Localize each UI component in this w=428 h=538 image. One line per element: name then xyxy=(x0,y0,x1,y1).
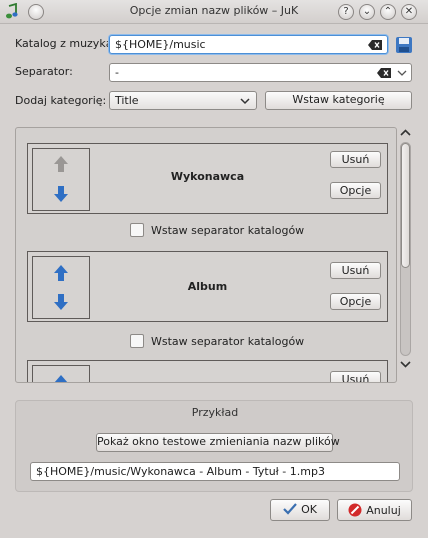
example-path-value: ${HOME}/music/Wykonawca - Album - Tytuł … xyxy=(36,465,325,478)
move-buttons xyxy=(32,365,90,383)
separator-label: Separator: xyxy=(15,65,73,78)
add-category-label: Dodaj kategorię: xyxy=(15,94,107,107)
move-buttons xyxy=(32,256,90,319)
category-selected-value: Title xyxy=(115,94,139,107)
move-up-arrow-icon[interactable] xyxy=(53,264,69,282)
clear-text-icon[interactable] xyxy=(368,40,382,50)
show-test-window-button[interactable]: Pokaż okno testowe zmieniania nazw plikó… xyxy=(96,433,340,452)
maximize-icon[interactable]: ⌃ xyxy=(380,4,396,20)
category-item: Wykonawca Usuń Opcje xyxy=(27,143,388,214)
scroll-up-arrow-icon[interactable] xyxy=(399,127,412,139)
ok-button[interactable]: OK xyxy=(270,499,330,521)
move-down-arrow-icon[interactable] xyxy=(53,185,69,203)
example-path-field: ${HOME}/music/Wykonawca - Album - Tytuł … xyxy=(30,462,400,481)
close-icon[interactable]: ✕ xyxy=(401,4,417,20)
category-list[interactable]: Wykonawca Usuń Opcje Wstaw separator kat… xyxy=(15,127,397,383)
help-icon[interactable]: ? xyxy=(338,4,354,20)
remove-button[interactable]: Usuń xyxy=(330,262,381,279)
cancel-label: Anuluj xyxy=(366,504,401,517)
separator-input[interactable]: - xyxy=(109,63,412,82)
remove-button[interactable]: Usuń xyxy=(330,151,381,168)
move-buttons xyxy=(32,148,90,211)
options-button[interactable]: Opcje xyxy=(330,293,381,310)
options-button[interactable]: Opcje xyxy=(330,182,381,199)
remove-button[interactable]: Usuń xyxy=(330,371,381,382)
scrollbar-track[interactable] xyxy=(400,142,411,356)
example-group: Przykład Pokaż okno testowe zmieniania n… xyxy=(15,400,413,492)
separator-value: - xyxy=(115,66,119,79)
category-name: Wykonawca xyxy=(170,170,245,183)
check-icon xyxy=(283,503,297,515)
clear-text-icon[interactable] xyxy=(377,68,391,78)
category-item: Album Usuń Opcje xyxy=(27,251,388,322)
category-scrollbar[interactable] xyxy=(397,127,414,383)
chevron-down-icon[interactable] xyxy=(397,69,407,77)
music-folder-input[interactable]: ${HOME}/music xyxy=(109,35,388,54)
scrollbar-thumb[interactable] xyxy=(401,143,410,268)
scroll-down-arrow-icon[interactable] xyxy=(399,358,412,370)
move-up-arrow-icon[interactable] xyxy=(53,155,69,173)
category-item: Usuń xyxy=(27,360,388,383)
insert-separator-label: Wstaw separator katalogów xyxy=(151,335,305,348)
title-bar[interactable]: Opcje zmian nazw plików – JuK ? ⌄ ⌃ ✕ xyxy=(0,0,428,24)
insert-separator-checkbox[interactable] xyxy=(130,223,144,237)
save-floppy-icon[interactable] xyxy=(395,36,413,54)
ok-label: OK xyxy=(301,503,317,516)
cancel-button[interactable]: Anuluj xyxy=(337,499,412,521)
insert-separator-checkbox[interactable] xyxy=(130,334,144,348)
chevron-down-icon[interactable] xyxy=(240,97,250,105)
category-name: Album xyxy=(187,280,228,293)
music-folder-value: ${HOME}/music xyxy=(115,38,206,51)
category-select[interactable]: Title xyxy=(109,91,257,110)
cancel-icon xyxy=(348,503,362,517)
insert-category-button[interactable]: Wstaw kategorię xyxy=(265,91,412,110)
insert-separator-label: Wstaw separator katalogów xyxy=(151,224,305,237)
music-folder-label: Katalog z muzyką: xyxy=(15,37,117,50)
minimize-icon[interactable]: ⌄ xyxy=(359,4,375,20)
example-group-title: Przykład xyxy=(191,406,239,419)
move-up-arrow-icon[interactable] xyxy=(53,374,69,383)
move-down-arrow-icon[interactable] xyxy=(53,293,69,311)
